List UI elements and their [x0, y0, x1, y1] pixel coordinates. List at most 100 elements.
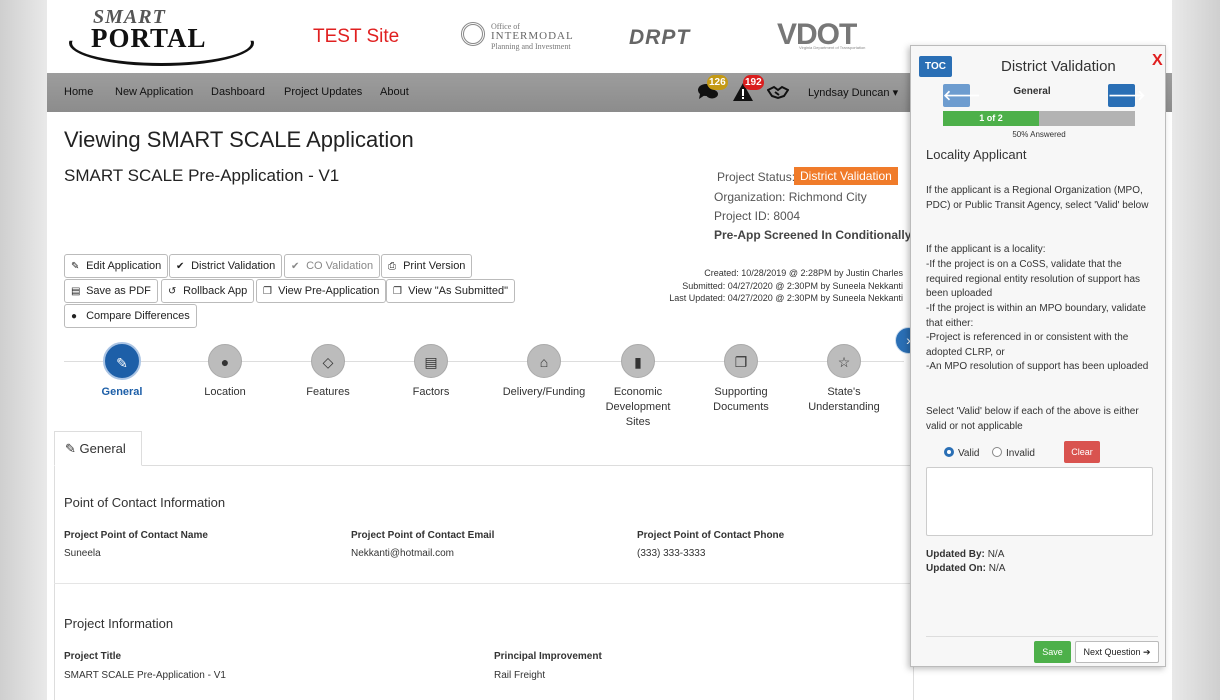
- view-as-submitted-label: View "As Submitted": [408, 285, 508, 297]
- panel-footer-divider: [926, 636, 1158, 637]
- last-updated-info: Last Updated: 04/27/2020 @ 2:30PM by Sun…: [669, 293, 903, 303]
- nav-dashboard[interactable]: Dashboard: [211, 86, 265, 98]
- compare-differences-button[interactable]: ● Compare Differences: [64, 304, 197, 328]
- step-label: Location: [204, 386, 246, 398]
- updated-on-value: N/A: [988, 563, 1006, 574]
- intermodal-ring-icon: [461, 22, 485, 46]
- project-title-label: Project Title: [64, 651, 122, 662]
- clear-button[interactable]: Clear: [1064, 441, 1100, 463]
- view-pre-application-button[interactable]: ❐ View Pre-Application: [256, 279, 387, 303]
- nav-about[interactable]: About: [380, 86, 409, 98]
- backdrop-left: [0, 0, 47, 700]
- handshake-icon[interactable]: [766, 82, 790, 102]
- edit-icon: ✎: [65, 441, 76, 456]
- edit-application-label: Edit Application: [86, 260, 162, 272]
- copy-icon: ❐: [263, 286, 272, 297]
- view-pre-application-label: View Pre-Application: [278, 285, 380, 297]
- alerts-icon[interactable]: 192: [732, 75, 764, 102]
- documents-icon: ❐: [724, 344, 758, 378]
- co-validation-button[interactable]: ✔ CO Validation: [284, 254, 381, 278]
- question-text-2-line-2: -If the project is within an MPO boundar…: [926, 303, 1146, 329]
- organization: Organization: Richmond City: [714, 190, 867, 204]
- building-icon: ▮: [621, 344, 655, 378]
- updated-on: Updated On: N/A: [926, 563, 1005, 574]
- step-location[interactable]: ● Location: [170, 344, 280, 400]
- district-validation-button[interactable]: ✔ District Validation: [169, 254, 283, 278]
- tab-content: [54, 432, 914, 700]
- updated-on-label: Updated On:: [926, 563, 986, 574]
- view-as-submitted-button[interactable]: ❐ View "As Submitted": [386, 279, 515, 303]
- test-site-label: TEST Site: [313, 26, 400, 47]
- print-version-label: Print Version: [403, 260, 466, 272]
- nav-project-updates[interactable]: Project Updates: [284, 86, 362, 98]
- tab-general[interactable]: ✎ General: [54, 431, 142, 466]
- step-label: General: [101, 386, 143, 398]
- step-label: Supporting Documents: [713, 386, 769, 413]
- step-economic-development-sites[interactable]: ▮ Economic Development Sites: [583, 344, 693, 430]
- comment-textarea[interactable]: [926, 467, 1153, 536]
- globe-icon: ●: [208, 344, 242, 378]
- step-general[interactable]: ✎ General: [67, 342, 177, 400]
- contact-email-label: Project Point of Contact Email: [351, 530, 495, 541]
- status-badge: District Validation: [794, 167, 898, 185]
- user-menu[interactable]: Lyndsay Duncan ▾: [808, 86, 898, 99]
- question-text-2-line-0: If the applicant is a locality:: [926, 244, 1046, 255]
- invalid-label: Invalid: [1006, 448, 1035, 459]
- step-factors[interactable]: ▤ Factors: [376, 344, 486, 400]
- step-states-understanding[interactable]: ☆ State's Understanding: [789, 344, 899, 415]
- principal-improvement-value: Rail Freight: [494, 670, 546, 681]
- alerts-badge: 192: [743, 75, 764, 90]
- question-text-2-line-3: -Project is referenced in or consistent …: [926, 332, 1129, 358]
- step-label: State's Understanding: [808, 386, 880, 413]
- step-features[interactable]: ◇ Features: [273, 344, 383, 400]
- edit-application-button[interactable]: ✎ Edit Application: [64, 254, 169, 278]
- progress-fill: 1 of 2: [943, 111, 1039, 126]
- messages-icon[interactable]: 126: [697, 75, 728, 102]
- rollback-app-button[interactable]: ↺ Rollback App: [161, 279, 255, 303]
- save-as-pdf-button[interactable]: ▤ Save as PDF: [64, 279, 158, 303]
- toc-button[interactable]: TOC: [919, 56, 952, 77]
- save-button[interactable]: Save: [1034, 641, 1071, 663]
- nav-new-application[interactable]: New Application: [115, 86, 193, 98]
- smart-portal-logo[interactable]: SMART PORTAL: [69, 6, 254, 66]
- question-text-2-line-4: -An MPO resolution of support has been u…: [926, 361, 1149, 372]
- valid-radio[interactable]: Valid: [944, 447, 980, 459]
- screening-status: Pre-App Screened In Conditionally: [714, 228, 912, 242]
- updated-by-value: N/A: [987, 549, 1005, 560]
- backdrop-right: [1172, 0, 1220, 700]
- pdf-icon: ▤: [71, 286, 81, 297]
- edit-icon: ✎: [103, 342, 141, 380]
- next-question-button[interactable]: Next Question ➔: [1075, 641, 1159, 663]
- close-icon[interactable]: X: [1152, 52, 1163, 70]
- project-section-heading: Project Information: [64, 616, 174, 631]
- valid-label: Valid: [958, 448, 980, 459]
- radio-empty-icon: [992, 447, 1002, 457]
- print-version-button[interactable]: ⎙ Print Version: [381, 254, 473, 278]
- step-label: Features: [306, 386, 350, 398]
- previous-arrow-icon[interactable]: 🡐: [943, 84, 981, 107]
- created-info: Created: 10/28/2019 @ 2:28PM by Justin C…: [704, 268, 903, 278]
- question-text-3: Select 'Valid' below if each of the abov…: [926, 406, 1139, 432]
- district-validation-label: District Validation: [191, 260, 276, 272]
- question-text-2-line-1: -If the project is on a CoSS, validate t…: [926, 259, 1141, 300]
- list-icon: ▤: [414, 344, 448, 378]
- question-text-1: If the applicant is a Regional Organizat…: [926, 185, 1149, 211]
- district-validation-panel: TOC District Validation X 🡐 General 🡒 1 …: [910, 45, 1166, 667]
- next-arrow-icon[interactable]: 🡒: [1108, 84, 1146, 107]
- contact-email-value: Nekkanti@hotmail.com: [351, 548, 454, 559]
- compare-differences-label: Compare Differences: [86, 310, 190, 322]
- contact-phone-label: Project Point of Contact Phone: [637, 530, 785, 541]
- invalid-radio[interactable]: Invalid: [992, 447, 1035, 459]
- updated-by-label: Updated By:: [926, 549, 985, 560]
- undo-icon: ↺: [168, 286, 177, 297]
- nav-home[interactable]: Home: [64, 86, 93, 98]
- oim-line2: INTERMODAL: [491, 30, 574, 42]
- co-validation-label: CO Validation: [306, 260, 374, 272]
- tab-general-label: General: [79, 441, 126, 456]
- project-id: Project ID: 8004: [714, 209, 801, 223]
- contact-section-heading: Point of Contact Information: [64, 495, 226, 510]
- question-title: Locality Applicant: [926, 147, 1027, 162]
- compare-icon: ●: [71, 311, 78, 322]
- updated-by: Updated By: N/A: [926, 549, 1004, 560]
- step-supporting-documents[interactable]: ❐ Supporting Documents: [686, 344, 796, 415]
